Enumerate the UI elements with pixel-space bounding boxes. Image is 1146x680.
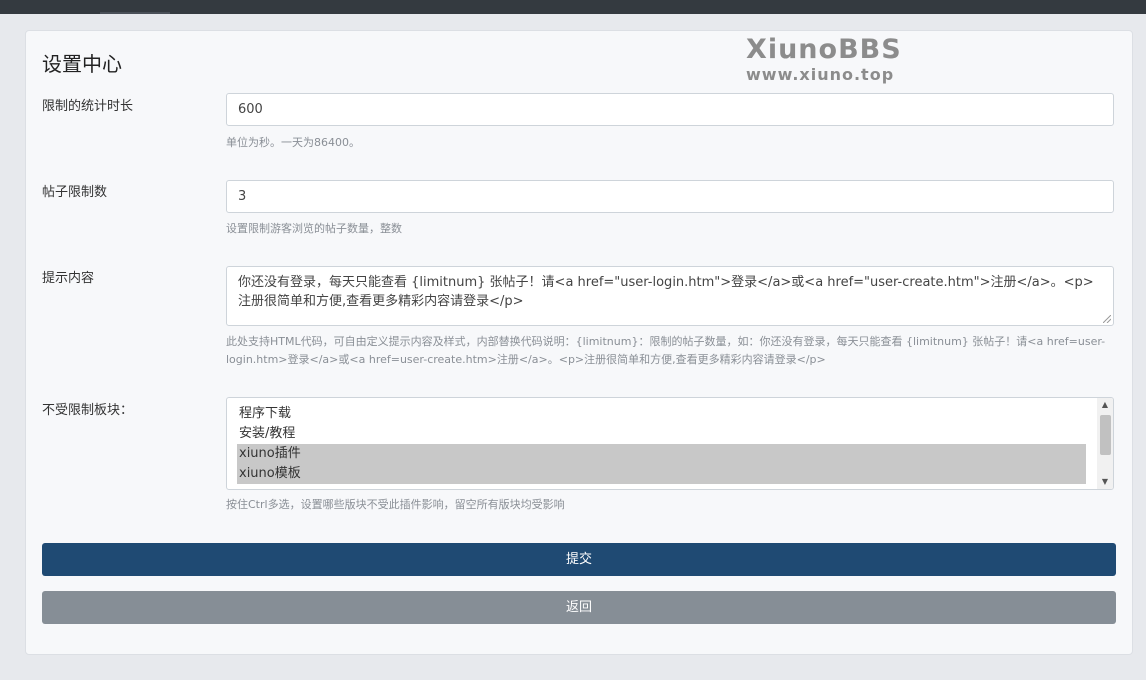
resize-grip-icon[interactable] bbox=[1103, 315, 1111, 323]
message-textarea[interactable]: 你还没有登录，每天只能查看 {limitnum} 张帖子！请<a href="u… bbox=[226, 266, 1114, 326]
duration-help: 单位为秒。一天为86400。 bbox=[226, 136, 360, 149]
duration-label: 限制的统计时长 bbox=[42, 99, 134, 114]
forum-option[interactable]: 安装/教程 bbox=[237, 424, 1086, 444]
forum-option-selected[interactable]: xiuno插件 bbox=[237, 444, 1086, 464]
thread-limit-help: 设置限制游客浏览的帖子数量，整数 bbox=[226, 222, 402, 235]
duration-input[interactable]: 600 bbox=[226, 93, 1114, 126]
scroll-up-arrow-icon[interactable]: ▲ bbox=[1097, 398, 1113, 412]
message-label: 提示内容 bbox=[42, 271, 95, 286]
scroll-down-arrow-icon[interactable]: ▼ bbox=[1097, 475, 1113, 489]
settings-card: 设置中心 XiunoBBS www.xiuno.top 限制的统计时长 600 … bbox=[25, 30, 1133, 655]
exempt-forums-help: 按住Ctrl多选，设置哪些版块不受此插件影响，留空所有版块均受影响 bbox=[226, 498, 565, 511]
select-scrollbar[interactable]: ▲ ▼ bbox=[1097, 398, 1113, 489]
navbar-tab-indicator bbox=[100, 12, 170, 14]
watermark-line2: www.xiuno.top bbox=[746, 65, 895, 84]
watermark-logo: XiunoBBS www.xiuno.top bbox=[746, 35, 902, 85]
exempt-forums-select[interactable]: 程序下载 安装/教程 xiuno插件 xiuno模板 ▲ ▼ bbox=[226, 397, 1114, 490]
exempt-forums-label: 不受限制板块： bbox=[42, 403, 134, 418]
message-help: 此处支持HTML代码，可自由定义提示内容及样式，内部替换代码说明：{limitn… bbox=[226, 335, 1106, 366]
thread-limit-label: 帖子限制数 bbox=[42, 185, 108, 200]
message-textarea-value: 你还没有登录，每天只能查看 {limitnum} 张帖子！请<a href="u… bbox=[238, 275, 1094, 309]
back-button[interactable]: 返回 bbox=[42, 591, 1116, 624]
page-title: 设置中心 bbox=[42, 52, 122, 76]
forum-option[interactable]: 程序下载 bbox=[237, 404, 1086, 424]
scrollbar-thumb[interactable] bbox=[1100, 415, 1111, 455]
thread-limit-input[interactable]: 3 bbox=[226, 180, 1114, 213]
top-navbar bbox=[0, 0, 1146, 14]
watermark-line1: XiunoBBS bbox=[746, 34, 902, 65]
forum-option-selected[interactable]: xiuno模板 bbox=[237, 464, 1086, 484]
submit-button[interactable]: 提交 bbox=[42, 543, 1116, 576]
